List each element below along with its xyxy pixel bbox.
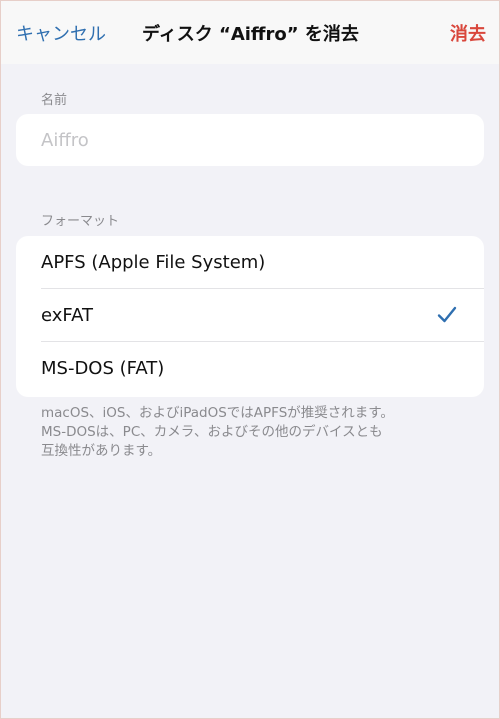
footer-line: MS-DOSは、PC、カメラ、およびその他のデバイスとも: [41, 424, 383, 440]
name-input[interactable]: [16, 114, 484, 166]
format-list: APFS (Apple File System) exFAT MS-DOS (F…: [16, 236, 484, 397]
footer-line: macOS、iOS、およびiPadOSではAPFSが推奨されます。: [41, 405, 394, 421]
format-option-label: MS-DOS (FAT): [41, 358, 165, 379]
format-option-exfat[interactable]: exFAT: [16, 289, 484, 342]
name-section-label: 名前: [41, 93, 68, 108]
cancel-button[interactable]: キャンセル: [16, 20, 106, 46]
page-title: ディスク “Aiffro” を消去: [142, 24, 359, 45]
navigation-bar: キャンセル ディスク “Aiffro” を消去 消去: [0, 0, 500, 64]
erase-button[interactable]: 消去: [450, 20, 486, 46]
format-option-label: exFAT: [41, 305, 94, 326]
format-option-apfs[interactable]: APFS (Apple File System): [16, 236, 484, 289]
format-section-label: フォーマット: [41, 214, 120, 229]
checkmark-icon: [437, 306, 457, 323]
format-footer-note: macOS、iOS、およびiPadOSではAPFSが推奨されます。 MS-DOS…: [41, 404, 471, 461]
format-option-msdos[interactable]: MS-DOS (FAT): [16, 342, 484, 395]
footer-line: 互換性があります。: [41, 443, 162, 459]
format-option-label: APFS (Apple File System): [41, 252, 266, 273]
